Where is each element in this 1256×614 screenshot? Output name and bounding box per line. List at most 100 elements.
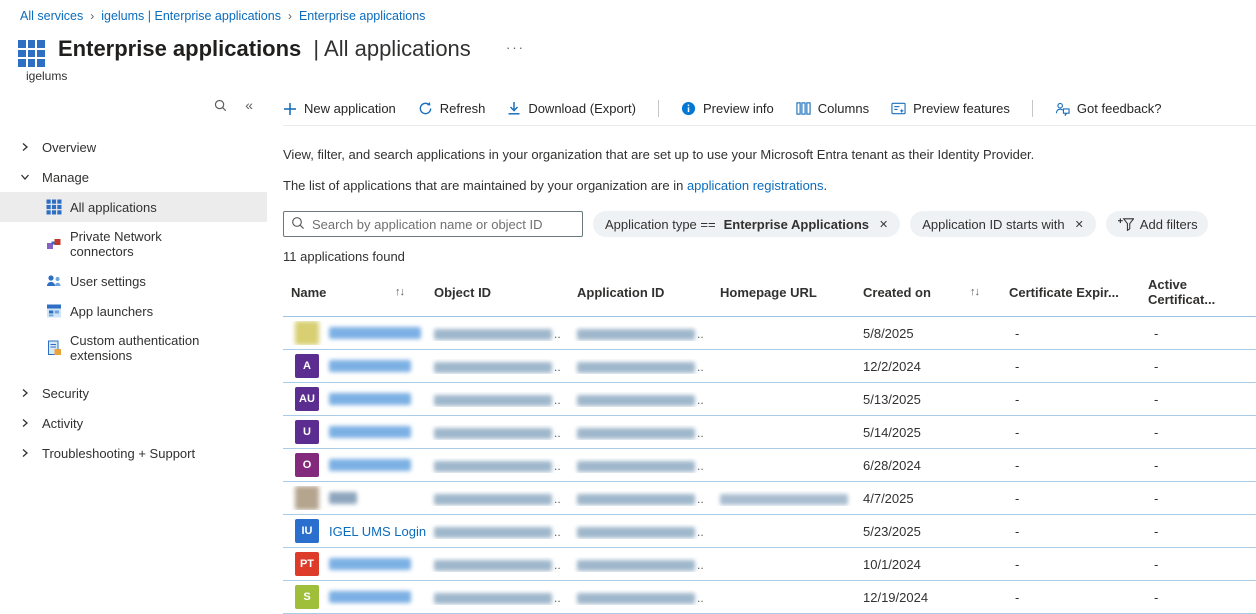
column-header-name[interactable]: Name ↑↓	[283, 277, 426, 307]
column-label: Created on	[863, 285, 931, 300]
table-row[interactable]: O .. .. 6/28/2024 - -	[283, 449, 1256, 482]
application-id-redacted	[577, 560, 695, 571]
app-avatar: S	[295, 585, 319, 609]
app-avatar: AU	[295, 387, 319, 411]
columns-button[interactable]: Columns	[796, 101, 869, 116]
filter-pill-application-type[interactable]: Application type == Enterprise Applicati…	[593, 211, 900, 237]
extension-document-icon	[46, 340, 62, 356]
sort-icon[interactable]: ↑↓	[970, 286, 979, 298]
active-certificates-cell: -	[1140, 491, 1256, 506]
sidebar-search-icon[interactable]	[214, 99, 227, 112]
truncation-dots: ..	[554, 492, 561, 506]
app-name[interactable]	[329, 360, 411, 372]
app-name[interactable]	[329, 459, 411, 471]
new-application-button[interactable]: New application	[283, 101, 396, 116]
table-header: Name ↑↓ Object ID Application ID Homepag…	[283, 277, 1256, 317]
app-name[interactable]	[329, 426, 411, 438]
sidebar-item-label: All applications	[70, 200, 157, 215]
application-id-redacted	[577, 329, 695, 340]
got-feedback-button[interactable]: Got feedback?	[1055, 101, 1162, 116]
breadcrumb-tenant[interactable]: igelums | Enterprise applications	[101, 9, 281, 23]
sidebar-item-private-network-connectors[interactable]: Private Network connectors	[0, 222, 200, 266]
object-id-cell: ..	[426, 458, 569, 473]
sidebar-item-manage[interactable]: Manage	[0, 162, 267, 192]
breadcrumb-separator-icon: ›	[288, 9, 292, 23]
table-row[interactable]: PT .. .. 10/1/2024 - -	[283, 548, 1256, 581]
certificate-expiry-cell: -	[1001, 491, 1140, 506]
created-on-cell: 5/8/2025	[855, 326, 1001, 341]
more-options-icon[interactable]: ···	[506, 40, 525, 55]
breadcrumb-enterprise-applications[interactable]: Enterprise applications	[299, 9, 425, 23]
breadcrumb-all-services[interactable]: All services	[20, 9, 83, 23]
add-filters-button[interactable]: Add filters	[1106, 211, 1208, 237]
column-header-certificate-expiry[interactable]: Certificate Expir...	[1001, 277, 1140, 307]
sidebar-item-security[interactable]: Security	[0, 378, 267, 408]
sidebar-item-custom-authentication-extensions[interactable]: Custom authentication extensions	[0, 326, 210, 370]
column-header-object-id[interactable]: Object ID	[426, 277, 569, 307]
sidebar-item-overview[interactable]: Overview	[0, 132, 267, 162]
active-cert-value: -	[1154, 326, 1158, 341]
connector-icon	[46, 236, 62, 252]
column-header-active-certificates[interactable]: Active Certificat...	[1140, 277, 1256, 307]
cert-expiry-value: -	[1015, 590, 1019, 605]
application-id-redacted	[577, 428, 695, 439]
table-row[interactable]: .. .. 4/7/2025 - -	[283, 482, 1256, 515]
created-on-cell: 6/28/2024	[855, 458, 1001, 473]
sidebar-item-activity[interactable]: Activity	[0, 408, 267, 438]
name-cell: AU	[283, 387, 426, 411]
active-cert-value: -	[1154, 590, 1158, 605]
column-label: Name	[291, 285, 326, 300]
filter-pill-label: Application ID starts with	[922, 217, 1064, 232]
main-content: New application Refresh Download (Export…	[267, 92, 1256, 595]
table-row[interactable]: S .. .. 12/19/2024 - -	[283, 581, 1256, 614]
search-input[interactable]	[283, 211, 583, 237]
table-row[interactable]: A .. .. 12/2/2024 - -	[283, 350, 1256, 383]
created-on-value: 5/13/2025	[863, 392, 921, 407]
sidebar-item-app-launchers[interactable]: App launchers	[0, 296, 267, 326]
refresh-icon	[418, 101, 433, 116]
refresh-button[interactable]: Refresh	[418, 101, 486, 116]
close-icon[interactable]: ✕	[1073, 216, 1086, 233]
column-header-created-on[interactable]: Created on ↑↓	[855, 277, 1001, 307]
app-name[interactable]: IGEL UMS Login	[329, 524, 426, 539]
preview-features-button[interactable]: Preview features	[891, 101, 1010, 116]
app-name[interactable]	[329, 558, 411, 570]
column-header-homepage-url[interactable]: Homepage URL	[712, 277, 855, 307]
app-name[interactable]	[329, 327, 421, 339]
app-name[interactable]	[329, 591, 411, 603]
sidebar-item-troubleshooting-support[interactable]: Troubleshooting + Support	[0, 438, 267, 468]
truncation-dots: ..	[697, 459, 704, 473]
table-row[interactable]: .. .. 5/8/2025 - -	[283, 317, 1256, 350]
download-export-button[interactable]: Download (Export)	[507, 101, 636, 116]
sidebar-item-user-settings[interactable]: User settings	[0, 266, 267, 296]
description-text: The list of applications that are mainta…	[283, 178, 687, 193]
created-on-cell: 5/13/2025	[855, 392, 1001, 407]
collapse-sidebar-icon[interactable]: «	[245, 98, 253, 112]
filter-pill-value: Enterprise Applications	[724, 217, 869, 232]
toolbar-button-label: Preview info	[703, 101, 774, 116]
download-icon	[507, 101, 521, 116]
app-name[interactable]	[329, 393, 411, 405]
table-row[interactable]: IU IGEL UMS Login .. .. 5/23/2025 - -	[283, 515, 1256, 548]
sidebar-item-label: Custom authentication extensions	[70, 333, 210, 363]
sort-icon[interactable]: ↑↓	[395, 286, 404, 298]
table-row[interactable]: AU .. .. 5/13/2025 - -	[283, 383, 1256, 416]
active-cert-value: -	[1154, 491, 1158, 506]
page-title: Enterprise applications | All applicatio…	[58, 36, 471, 62]
table-row[interactable]: U .. .. 5/14/2025 - -	[283, 416, 1256, 449]
app-name[interactable]	[329, 492, 357, 504]
preview-info-button[interactable]: Preview info	[681, 101, 774, 116]
add-filters-label: Add filters	[1140, 217, 1198, 232]
toolbar-button-label: Refresh	[440, 101, 486, 116]
filter-pill-application-id[interactable]: Application ID starts with ✕	[910, 211, 1096, 237]
sidebar-item-all-applications[interactable]: All applications	[0, 192, 267, 222]
certificate-expiry-cell: -	[1001, 425, 1140, 440]
column-header-application-id[interactable]: Application ID	[569, 277, 712, 307]
app-avatar	[295, 486, 319, 510]
application-id-cell: ..	[569, 392, 712, 407]
close-icon[interactable]: ✕	[877, 216, 890, 233]
application-registrations-link[interactable]: application registrations	[687, 178, 824, 193]
created-on-value: 5/14/2025	[863, 425, 921, 440]
app-avatar: IU	[295, 519, 319, 543]
cert-expiry-value: -	[1015, 491, 1019, 506]
